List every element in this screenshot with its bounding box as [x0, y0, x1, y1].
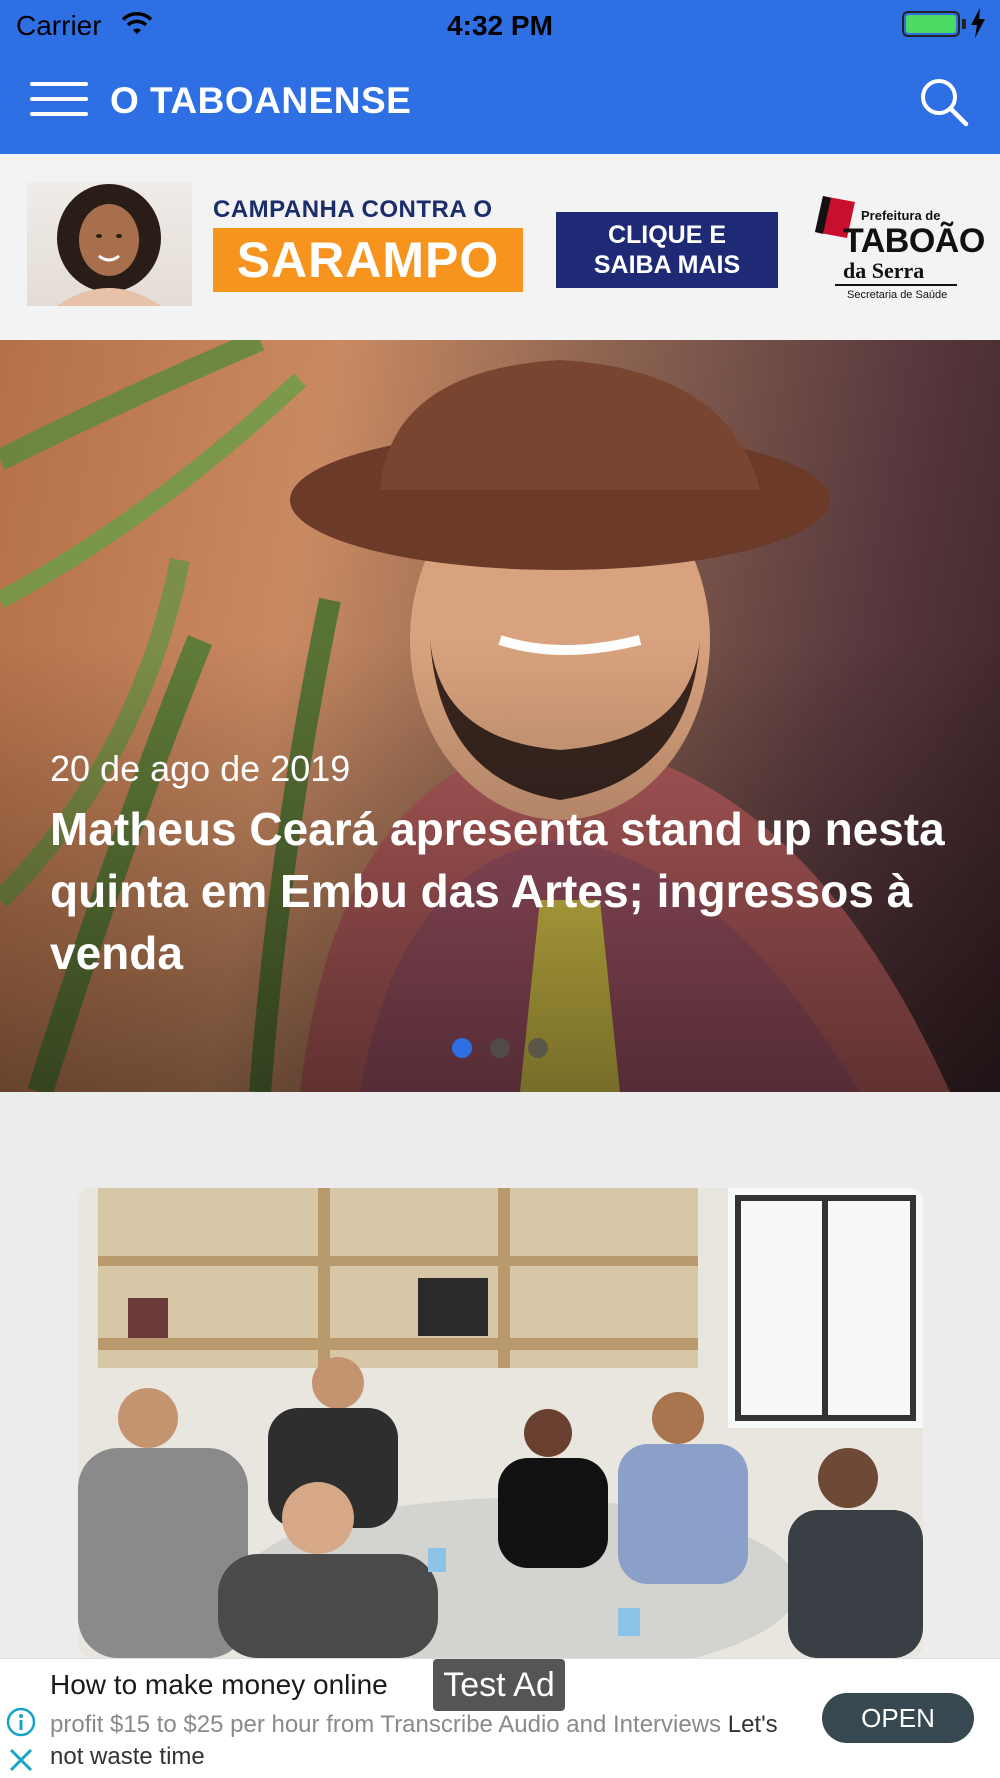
nav-bar: O TABOANENSE	[0, 50, 1000, 154]
cta-line2: SAIBA MAIS	[593, 251, 741, 279]
pref-line4: Secretaria de Saúde	[847, 289, 948, 301]
app-header: Carrier 4:32 PM O TABOANENSE	[0, 0, 1000, 154]
bottom-ad-banner[interactable]: How to make money online Test Ad profit …	[0, 1658, 1000, 1778]
slide-dot-1[interactable]	[452, 1038, 472, 1058]
menu-icon[interactable]	[30, 82, 88, 120]
pref-line1: Prefeitura de	[861, 208, 941, 223]
app-screen: Carrier 4:32 PM O TABOANENSE CAMPANHA CO…	[0, 0, 1000, 1778]
pref-line2: TABOÃO	[843, 222, 985, 260]
slide-dot-2[interactable]	[490, 1038, 510, 1058]
test-ad-badge: Test Ad	[433, 1659, 565, 1711]
prefeitura-logo: Prefeitura de TABOÃO da Serra Secretaria…	[809, 188, 985, 304]
slide-indicator	[450, 1038, 550, 1060]
ad-body: profit $15 to $25 per hour from Transcri…	[50, 1709, 790, 1773]
campaign-photo	[27, 182, 192, 306]
campaign-banner[interactable]: CAMPANHA CONTRA O SARAMPO CLIQUE E SAIBA…	[0, 154, 1000, 340]
divider	[835, 284, 957, 286]
battery-icon	[902, 11, 960, 37]
ad-title: How to make money online	[50, 1669, 388, 1700]
news-card[interactable]	[78, 1188, 923, 1658]
campaign-line: CAMPANHA CONTRA O	[213, 196, 493, 223]
app-title: O TABOANENSE	[110, 80, 412, 121]
ad-body-text: profit $15 to $25 per hour from Transcri…	[50, 1711, 722, 1738]
slide-dot-3[interactable]	[528, 1038, 548, 1058]
learn-more-button[interactable]: CLIQUE E SAIBA MAIS	[556, 212, 778, 288]
article-date: 20 de ago de 2019	[50, 748, 351, 789]
open-button[interactable]: OPEN	[822, 1693, 974, 1743]
info-icon[interactable]	[6, 1707, 36, 1742]
battery-cap	[962, 19, 966, 29]
status-bar: Carrier 4:32 PM	[0, 0, 1000, 50]
campaign-word: SARAMPO	[213, 228, 523, 292]
featured-news-slide[interactable]: 20 de ago de 2019 Matheus Ceará apresent…	[0, 340, 1000, 1092]
close-icon[interactable]	[8, 1747, 34, 1778]
pref-line3: da Serra	[843, 258, 925, 283]
charging-bolt-icon	[970, 8, 986, 43]
campaign-text: CAMPANHA CONTRA O SARAMPO	[213, 196, 523, 292]
status-time: 4:32 PM	[447, 10, 553, 41]
news-card-photo	[78, 1188, 923, 1658]
article-headline[interactable]: Matheus Ceará apresenta stand up nesta q…	[50, 798, 950, 984]
cta-line1: CLIQUE E	[607, 221, 727, 249]
search-icon[interactable]	[918, 76, 970, 128]
